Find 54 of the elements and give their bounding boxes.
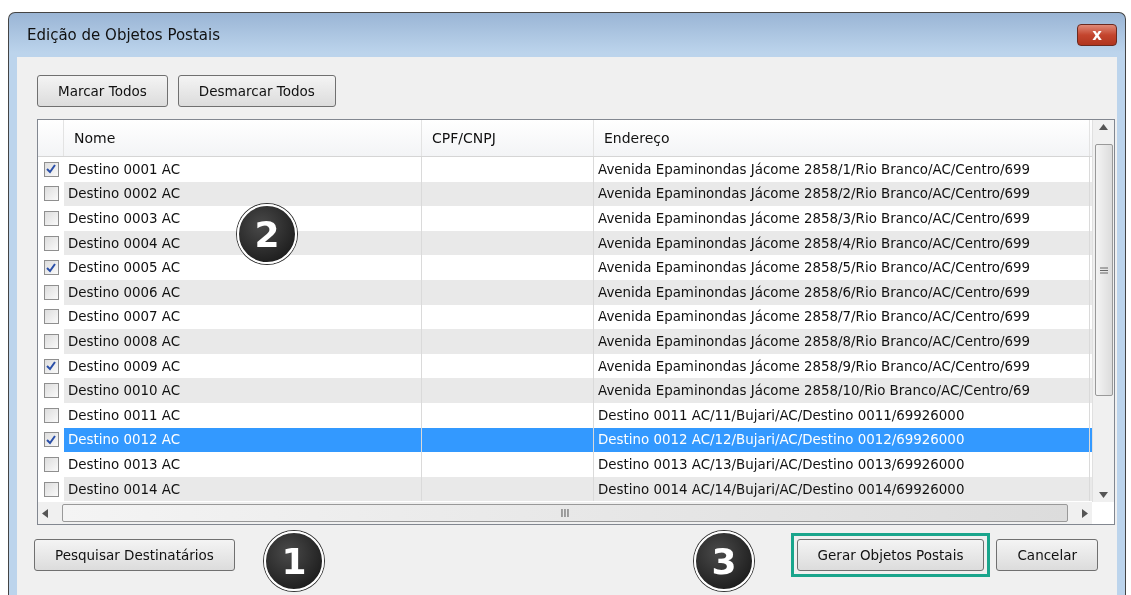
- column-header[interactable]: CPF/CNPJ: [422, 120, 594, 156]
- table-cell: Destino 0014 AC: [64, 476, 422, 502]
- scroll-right-icon[interactable]: [1082, 508, 1088, 518]
- row-checkbox[interactable]: [43, 309, 59, 325]
- close-button[interactable]: x: [1077, 24, 1117, 46]
- table-cell: Destino 0008 AC: [64, 329, 422, 354]
- table-cell: Destino 0013 AC: [64, 452, 422, 477]
- scroll-up-icon[interactable]: [1099, 124, 1108, 130]
- table-cell: Avenida Epaminondas Jácome 2858/10/Rio Branco/AC/Centro/69: [594, 378, 1090, 403]
- horizontal-scrollbar[interactable]: III: [38, 502, 1092, 524]
- grip-icon: [1099, 266, 1108, 274]
- row-checkbox[interactable]: [43, 432, 59, 448]
- row-checkbox[interactable]: [43, 186, 59, 202]
- scrollbar-thumb[interactable]: [1094, 144, 1113, 396]
- row-checkbox[interactable]: [43, 358, 59, 374]
- table-cell: Destino 0006 AC: [64, 279, 422, 305]
- row-checkbox[interactable]: [43, 211, 59, 226]
- table-cell: Avenida Epaminondas Jácome 2858/8/Rio Branco/AC/Centro/699: [594, 329, 1090, 354]
- window-title: Edição de Objetos Postais: [27, 26, 220, 44]
- deselect-all-button[interactable]: Desmarcar Todos: [177, 75, 336, 107]
- scroll-left-icon[interactable]: [42, 508, 48, 518]
- scrollbar-thumb[interactable]: III: [62, 504, 1068, 522]
- table-cell: Destino 0013 AC/13/Bujari/AC/Destino 0013/69926000: [594, 452, 1090, 477]
- row-checkbox[interactable]: [43, 161, 59, 177]
- table-cell: Avenida Epaminondas Jácome 2858/3/Rio Branco/AC/Centro/699: [594, 206, 1090, 231]
- table-cell: Destino 0010 AC: [64, 378, 422, 403]
- cancel-button[interactable]: Cancelar: [996, 539, 1098, 571]
- row-checkbox[interactable]: [43, 260, 59, 276]
- table-cell: Avenida Epaminondas Jácome 2858/1/Rio Branco/AC/Centro/699: [594, 157, 1090, 182]
- row-checkbox[interactable]: [43, 333, 59, 349]
- row-checkbox[interactable]: [43, 481, 59, 497]
- table-cell: Avenida Epaminondas Jácome 2858/5/Rio Branco/AC/Centro/699: [594, 255, 1090, 280]
- table-cell: Destino 0011 AC: [64, 402, 422, 428]
- checkmark-icon: [46, 164, 56, 175]
- column-header[interactable]: Endereço: [594, 120, 1090, 156]
- checkmark-icon: [46, 434, 56, 445]
- row-checkbox[interactable]: [43, 407, 59, 423]
- checkmark-icon: [46, 361, 56, 372]
- column-header[interactable]: Nome: [64, 120, 422, 156]
- table-cell: Destino 0001 AC: [64, 157, 422, 182]
- generate-button[interactable]: Gerar Objetos Postais: [796, 539, 985, 571]
- table-cell: Destino 0014 AC/14/Bujari/AC/Destino 0014/69926000: [594, 476, 1090, 502]
- select-all-button[interactable]: Marcar Todos: [37, 75, 168, 107]
- scroll-down-icon[interactable]: [1099, 492, 1108, 498]
- row-checkbox[interactable]: [43, 383, 59, 399]
- table-cell: Avenida Epaminondas Jácome 2858/6/Rio Branco/AC/Centro/699: [594, 279, 1090, 305]
- vertical-scrollbar[interactable]: [1092, 120, 1114, 502]
- grip-mark: III: [560, 507, 570, 519]
- row-checkbox[interactable]: [43, 235, 59, 251]
- checkmark-icon: [46, 262, 56, 273]
- search-recipients-button[interactable]: Pesquisar Destinatários: [34, 539, 235, 571]
- row-checkbox[interactable]: [43, 284, 59, 300]
- row-checkbox[interactable]: [43, 456, 59, 472]
- table-cell: Destino 0011 AC/11/Bujari/AC/Destino 0011/69926000: [594, 402, 1090, 428]
